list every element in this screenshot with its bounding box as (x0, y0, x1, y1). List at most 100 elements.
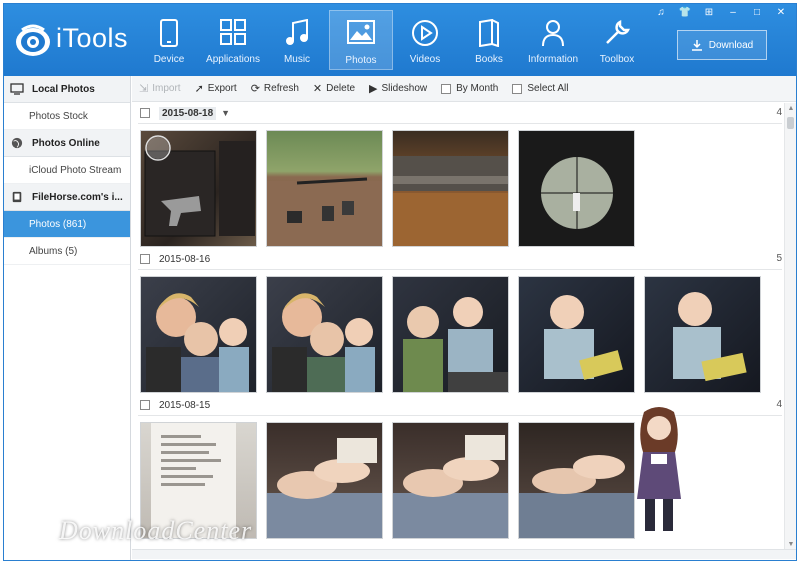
export-icon: ➚ (194, 83, 204, 95)
vertical-scrollbar[interactable]: ▲ ▼ (784, 103, 796, 550)
kids-on-bed-image (519, 455, 634, 538)
photo-thumbnail[interactable] (644, 276, 761, 393)
tablet-icon (160, 19, 178, 47)
main-panel: ⇲ Import ➚ Export ⟳ Refresh ✕ Delete ▶ Slides… (132, 76, 796, 560)
group-count: 4 (776, 107, 782, 118)
nav-information[interactable]: Information (521, 10, 585, 70)
apps-grid-icon (220, 19, 246, 45)
photo-thumbnail[interactable] (140, 276, 257, 393)
scroll-up-icon[interactable]: ▲ (785, 105, 796, 112)
checkbox-box (441, 83, 452, 94)
sidebar-section-title: Local Photos (32, 83, 95, 95)
nav-books[interactable]: Books (457, 10, 521, 70)
refresh-label: Refresh (263, 83, 299, 94)
maximize-icon[interactable]: □ (750, 7, 764, 18)
group-count: 4 (776, 399, 782, 410)
sidebar-item-photos-stock[interactable]: Photos Stock (4, 103, 130, 130)
app-logo: iTools (14, 20, 134, 60)
sidebar-section-local-photos[interactable]: Local Photos (4, 76, 130, 103)
group-count: 5 (776, 253, 782, 264)
photo-row (132, 270, 782, 395)
window-controls: ♫ 👕 ⊞ – □ ✕ (654, 7, 788, 18)
nav-label: Books (475, 54, 503, 65)
globe-icon (11, 137, 23, 149)
itools-logo-icon (16, 24, 50, 56)
rifle-closeup-image (393, 156, 508, 246)
sidebar-section-photos-online[interactable]: Photos Online (4, 130, 130, 157)
sidebar-section-device[interactable]: FileHorse.com's i... (4, 184, 130, 211)
kids-on-bed-image (393, 435, 508, 538)
nav-music[interactable]: Music (265, 10, 329, 70)
photo-thumbnail[interactable] (392, 130, 509, 247)
download-button[interactable]: Download (677, 30, 767, 60)
import-button[interactable]: ⇲ Import (139, 82, 181, 95)
scroll-down-icon[interactable]: ▼ (785, 541, 796, 548)
scope-view-image (519, 131, 634, 246)
nav-videos[interactable]: Videos (393, 10, 457, 70)
status-bar (132, 549, 796, 559)
photo-thumbnail[interactable] (266, 422, 383, 539)
group-date[interactable]: 2015-08-15 (159, 400, 210, 411)
play-circle-icon (412, 20, 438, 46)
slideshow-label: Slideshow (381, 83, 428, 94)
photo-thumbnail[interactable] (518, 276, 635, 393)
photo-thumbnail[interactable] (140, 130, 257, 247)
group-date[interactable]: 2015-08-16 (159, 254, 210, 265)
by-month-checkbox[interactable]: By Month (441, 83, 498, 94)
nav-device[interactable]: Device (137, 10, 201, 70)
sidebar-item-icloud-photo-stream[interactable]: iCloud Photo Stream (4, 157, 130, 184)
minimize-icon[interactable]: – (726, 7, 740, 18)
top-bar: iTools Device Applications Music Photos … (4, 4, 796, 76)
anime-mascot-image (637, 407, 681, 531)
photo-thumbnail[interactable] (266, 276, 383, 393)
sidebar-item-albums[interactable]: Albums (5) (4, 238, 130, 265)
nav-toolbox[interactable]: Toolbox (585, 10, 649, 70)
kids-on-bed-image (267, 438, 382, 538)
checkbox-box (512, 83, 523, 94)
download-label: Download (708, 39, 754, 51)
nav-photos[interactable]: Photos (329, 10, 393, 70)
main-nav: Device Applications Music Photos Videos … (137, 10, 649, 74)
photo-thumbnail[interactable] (518, 422, 635, 539)
photo-thumbnail[interactable] (392, 276, 509, 393)
delete-label: Delete (326, 83, 356, 94)
skin-icon[interactable]: 👕 (678, 7, 692, 18)
refresh-button[interactable]: ⟳ Refresh (251, 82, 299, 95)
refresh-icon: ⟳ (250, 83, 260, 95)
delete-button[interactable]: ✕ Delete (313, 82, 355, 95)
photo-group-header: 2015-08-18 ▼ 4 (132, 103, 782, 123)
export-label: Export (207, 83, 237, 94)
chevron-down-icon[interactable]: ▼ (221, 108, 230, 118)
import-icon: ⇲ (139, 83, 149, 95)
settings-icon[interactable]: ⊞ (702, 7, 716, 18)
nav-label: Information (527, 54, 579, 65)
photo-thumbnail[interactable] (518, 130, 635, 247)
photo-thumbnail[interactable] (392, 422, 509, 539)
itools-window: iTools Device Applications Music Photos … (3, 3, 797, 561)
sleeping-kid-book-image (673, 292, 747, 382)
photo-icon (347, 20, 375, 44)
sidebar: Local Photos Photos Stock Photos Online … (4, 76, 131, 560)
nav-label: Music (283, 54, 311, 65)
table-rifle-image (267, 177, 382, 246)
by-month-label: By Month (456, 83, 499, 94)
sidebar-section-title: Photos Online (32, 137, 100, 149)
photo-thumbnail[interactable] (266, 130, 383, 247)
photo-group-header: 2015-08-16 5 (132, 249, 782, 269)
export-button[interactable]: ➚ Export (195, 82, 237, 95)
group-date[interactable]: 2015-08-18 (159, 106, 217, 120)
close-icon[interactable]: ✕ (774, 7, 788, 18)
sidebar-item-photos[interactable]: Photos (861) (4, 211, 130, 238)
music-mini-icon[interactable]: ♫ (654, 7, 668, 18)
scrollbar-thumb[interactable] (787, 117, 794, 129)
group-checkbox[interactable] (140, 254, 150, 264)
select-all-checkbox[interactable]: Select All (512, 83, 569, 94)
group-checkbox[interactable] (140, 400, 150, 410)
nav-label: Device (153, 54, 185, 65)
nav-applications[interactable]: Applications (201, 10, 265, 70)
photo-toolbar: ⇲ Import ➚ Export ⟳ Refresh ✕ Delete ▶ Slides… (132, 76, 796, 102)
nav-label: Photos (345, 55, 377, 66)
nav-label: Videos (409, 54, 441, 65)
group-checkbox[interactable] (140, 108, 150, 118)
slideshow-button[interactable]: ▶ Slideshow (369, 82, 427, 95)
